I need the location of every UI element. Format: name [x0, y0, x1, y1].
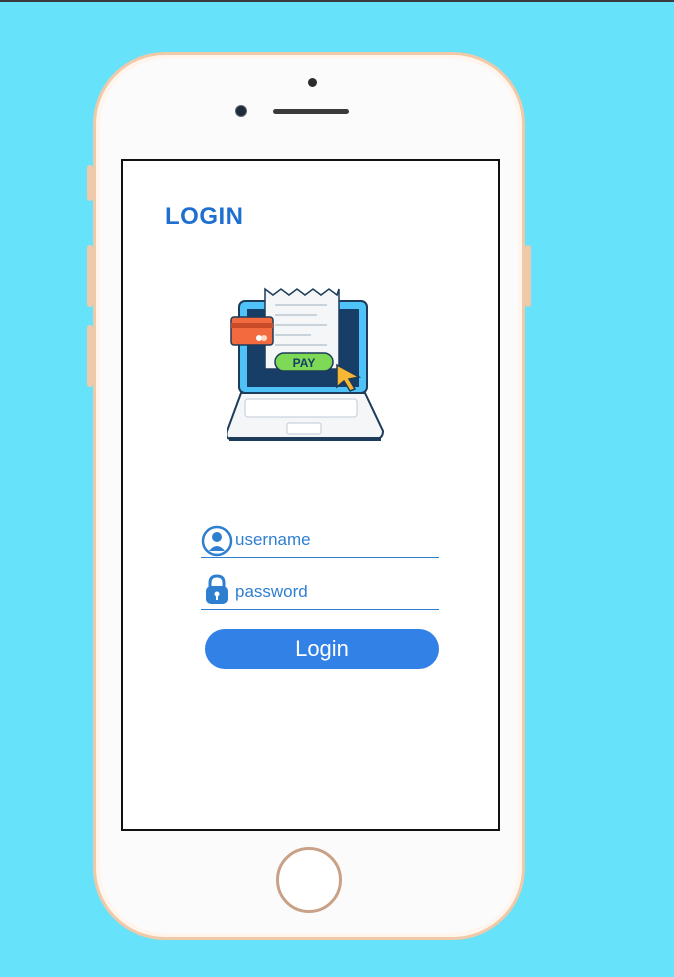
- front-camera-icon: [235, 105, 247, 117]
- page-title: LOGIN: [165, 203, 244, 230]
- pay-label: PAY: [293, 356, 316, 370]
- password-field: [201, 574, 439, 610]
- phone-side-button: [87, 165, 93, 201]
- phone-volume-up-button: [87, 245, 93, 307]
- lock-icon: [206, 574, 228, 604]
- phone-power-button: [525, 245, 531, 307]
- login-button[interactable]: Login: [205, 629, 439, 669]
- phone-volume-down-button: [87, 325, 93, 387]
- phone-frame: LOGIN PAY username Login: [87, 52, 531, 940]
- username-input[interactable]: [231, 527, 439, 553]
- user-icon: [201, 525, 233, 557]
- username-field: [201, 523, 439, 558]
- password-input[interactable]: [231, 579, 439, 605]
- proximity-sensor: [308, 78, 317, 87]
- phone-screen: LOGIN PAY username Login: [121, 159, 500, 831]
- earpiece-speaker: [273, 109, 349, 114]
- home-button[interactable]: [276, 847, 342, 913]
- laptop-payment-illustration: PAY: [227, 287, 385, 441]
